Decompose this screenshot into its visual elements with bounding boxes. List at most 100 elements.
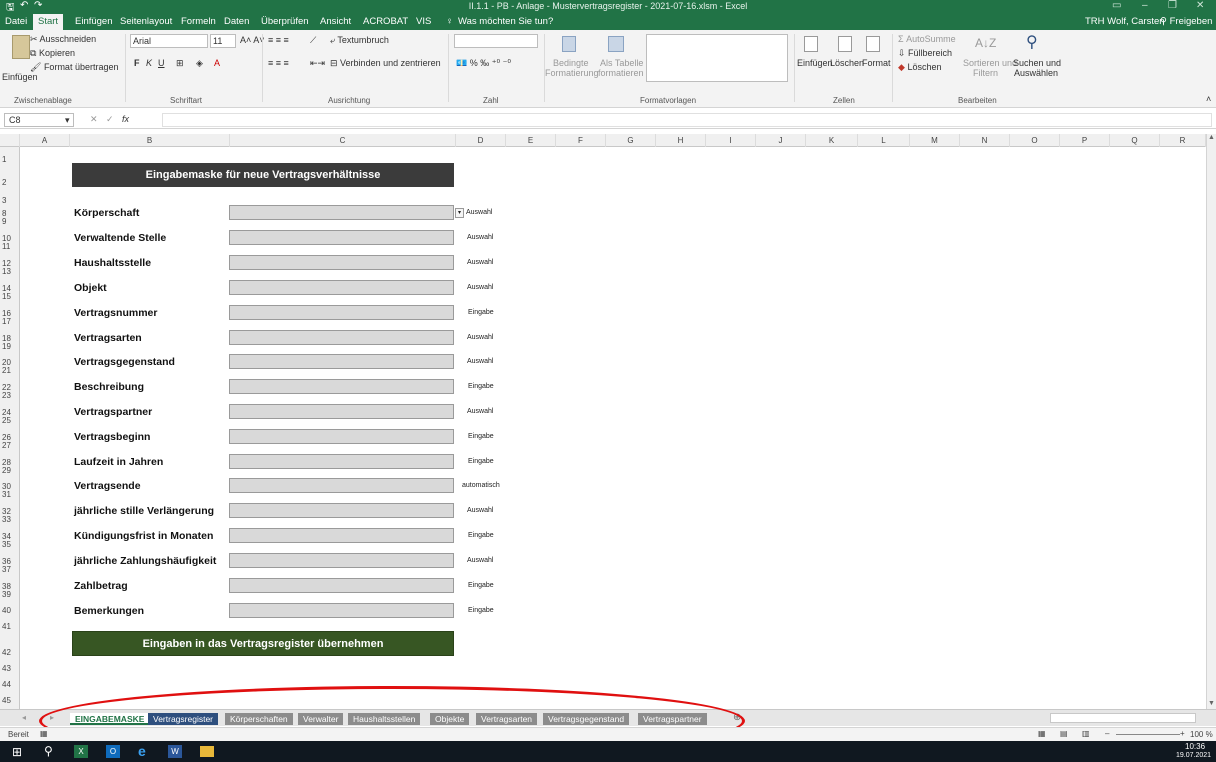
insert-cells-button[interactable]: Einfügen xyxy=(797,58,833,68)
row-header[interactable]: 39 xyxy=(0,590,20,599)
align-left-icon[interactable]: ≡ ≡ ≡ xyxy=(268,58,289,68)
row-header[interactable]: 40 xyxy=(0,606,20,615)
zahlungshaeufigkeit-input[interactable] xyxy=(229,553,454,568)
user-name[interactable]: TRH Wolf, Carsten xyxy=(1085,16,1165,27)
vertragsgegenstand-input[interactable] xyxy=(229,354,454,369)
zoom-level[interactable]: 100 % xyxy=(1190,730,1213,739)
ribbon-display-icon[interactable]: ▭ xyxy=(1112,0,1121,11)
wrap-text-button[interactable]: ⤶ Textumbruch xyxy=(330,35,389,46)
tab-scroll-left-icon[interactable]: ◂ xyxy=(22,713,26,722)
page-layout-view-icon[interactable]: ▤ xyxy=(1060,729,1068,738)
column-header[interactable]: A xyxy=(20,134,70,147)
orientation-icon[interactable]: ⟋ xyxy=(310,35,316,46)
cancel-entry-icon[interactable]: ✕ xyxy=(90,114,98,125)
vertical-scrollbar[interactable]: ▲ ▼ xyxy=(1206,134,1216,709)
row-header[interactable]: 17 xyxy=(0,317,20,326)
normal-view-icon[interactable]: ▦ xyxy=(1038,729,1046,738)
column-header[interactable]: M xyxy=(910,134,960,147)
objekt-input[interactable] xyxy=(229,280,454,295)
menu-formeln[interactable]: Formeln xyxy=(181,16,216,27)
row-header[interactable]: 3 xyxy=(0,196,20,205)
select-all-corner[interactable] xyxy=(0,134,20,147)
column-header[interactable]: R xyxy=(1160,134,1206,147)
clock-date[interactable]: 19.07.2021 xyxy=(1176,752,1211,759)
column-header[interactable]: E xyxy=(506,134,556,147)
vertragsnummer-input[interactable] xyxy=(229,305,454,320)
row-header[interactable]: 44 xyxy=(0,680,20,689)
column-header[interactable]: J xyxy=(756,134,806,147)
row-header[interactable]: 19 xyxy=(0,342,20,351)
currency-icon[interactable]: 💶 % ‰ ⁺⁰ ⁻⁰ xyxy=(456,58,511,69)
row-header[interactable]: 1 xyxy=(0,155,20,164)
row-header[interactable]: 35 xyxy=(0,540,20,549)
file-explorer-icon[interactable] xyxy=(200,746,214,757)
zahlbetrag-input[interactable] xyxy=(229,578,454,593)
horizontal-scrollbar[interactable] xyxy=(1050,713,1196,723)
share-button[interactable]: ⚲ Freigeben xyxy=(1160,16,1212,27)
excel-app-icon[interactable]: X xyxy=(74,745,88,758)
column-header[interactable]: B xyxy=(70,134,230,147)
zoom-slider[interactable] xyxy=(1116,734,1180,735)
paste-button[interactable]: Einfügen xyxy=(2,72,38,82)
column-header[interactable]: H xyxy=(656,134,706,147)
outlook-app-icon[interactable]: O xyxy=(106,745,120,758)
row-header[interactable]: 37 xyxy=(0,565,20,574)
laufzeit-input[interactable] xyxy=(229,454,454,469)
menu-seitenlayout[interactable]: Seitenlayout xyxy=(120,16,172,27)
menu-daten[interactable]: Daten xyxy=(224,16,249,27)
row-header[interactable]: 43 xyxy=(0,664,20,673)
row-header[interactable]: 23 xyxy=(0,391,20,400)
row-header[interactable]: 11 xyxy=(0,242,20,251)
fill-button[interactable]: ⇩ Füllbereich xyxy=(898,48,952,59)
row-header[interactable]: 2 xyxy=(0,178,20,187)
edge-browser-icon[interactable]: e xyxy=(138,743,146,759)
collapse-ribbon-icon[interactable]: ˄ xyxy=(1206,94,1211,104)
fill-color-icon[interactable]: ◈ xyxy=(196,58,203,69)
merge-center-button[interactable]: ⊟ Verbinden und zentrieren xyxy=(330,58,441,69)
zoom-out-icon[interactable]: – xyxy=(1105,729,1109,738)
scroll-down-icon[interactable]: ▼ xyxy=(1208,700,1215,707)
clear-button[interactable]: ◆ Löschen xyxy=(898,62,941,73)
border-icon[interactable]: ⊞ xyxy=(176,58,184,69)
menu-acrobat[interactable]: ACROBAT xyxy=(363,16,408,27)
bemerkungen-input[interactable] xyxy=(229,603,454,618)
font-name-select[interactable]: Arial xyxy=(130,34,208,48)
vertragsende-input[interactable] xyxy=(229,478,454,493)
column-header[interactable]: O xyxy=(1010,134,1060,147)
column-header[interactable]: Q xyxy=(1110,134,1160,147)
tell-me-search[interactable]: Was möchten Sie tun? xyxy=(458,16,553,27)
word-app-icon[interactable]: W xyxy=(168,745,182,758)
column-header[interactable]: I xyxy=(706,134,756,147)
row-header[interactable]: 33 xyxy=(0,515,20,524)
row-header[interactable]: 15 xyxy=(0,292,20,301)
verwaltende-stelle-input[interactable] xyxy=(229,230,454,245)
cut-button[interactable]: ✂ Ausschneiden xyxy=(30,34,96,45)
conditional-format-icon[interactable] xyxy=(562,36,576,52)
format-painter-button[interactable]: 🖌 Format übertragen xyxy=(30,62,118,73)
submit-to-register-button[interactable]: Eingaben in das Vertragsregister überneh… xyxy=(72,631,454,656)
menu-datei[interactable]: Datei xyxy=(5,16,27,27)
windows-start-icon[interactable]: ⊞ xyxy=(12,745,22,759)
font-color-icon[interactable]: A xyxy=(214,58,220,68)
row-header[interactable]: 9 xyxy=(0,217,20,226)
row-header[interactable]: 31 xyxy=(0,490,20,499)
italic-icon[interactable]: K xyxy=(146,58,152,68)
column-header[interactable]: N xyxy=(960,134,1010,147)
cell-styles-gallery[interactable] xyxy=(646,34,788,82)
menu-ansicht[interactable]: Ansicht xyxy=(320,16,351,27)
function-icon[interactable]: fx xyxy=(122,114,129,124)
conditional-format-button[interactable]: Bedingte xyxy=(553,58,589,68)
formula-input[interactable] xyxy=(162,113,1212,127)
insert-cells-icon[interactable] xyxy=(804,36,818,52)
haushaltsstelle-input[interactable] xyxy=(229,255,454,270)
search-icon[interactable]: ⚲ xyxy=(44,744,53,758)
autosum-button[interactable]: Σ AutoSumme xyxy=(898,34,956,44)
bold-icon[interactable]: F xyxy=(134,58,140,68)
chevron-down-icon[interactable]: ▾ xyxy=(65,115,70,126)
kuendigungsfrist-input[interactable] xyxy=(229,528,454,543)
sort-filter-icon[interactable]: A↓Z xyxy=(975,36,996,50)
dropdown-arrow-icon[interactable]: ▾ xyxy=(455,208,464,218)
find-icon[interactable]: ⚲ xyxy=(1026,32,1038,52)
column-header[interactable]: K xyxy=(806,134,858,147)
format-as-table-button[interactable]: Als Tabelle xyxy=(600,58,643,68)
